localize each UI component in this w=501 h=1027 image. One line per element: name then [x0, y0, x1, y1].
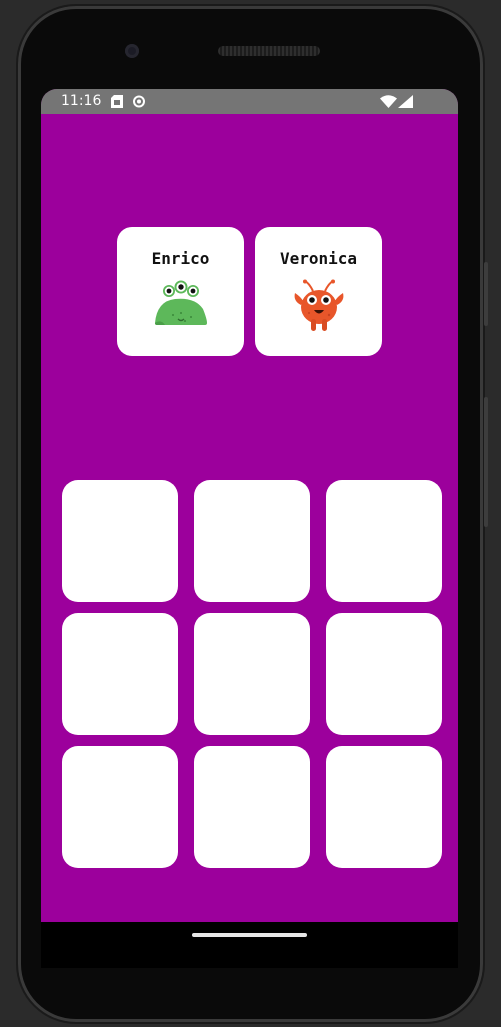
wifi-icon — [380, 95, 397, 108]
game-board — [62, 480, 442, 869]
board-cell-2-1[interactable] — [62, 613, 178, 735]
green-three-eyed-monster-icon — [155, 280, 207, 325]
cell-signal-icon — [398, 95, 413, 108]
front-camera — [125, 44, 139, 58]
board-cell-1-3[interactable] — [326, 480, 442, 602]
app-screen: 11:16 Enrico Veronica — [41, 89, 458, 922]
home-gesture-bar[interactable] — [192, 933, 307, 937]
player-name: Veronica — [279, 249, 358, 268]
board-cell-1-1[interactable] — [62, 480, 178, 602]
board-cell-2-2[interactable] — [194, 613, 310, 735]
volume-button[interactable] — [484, 397, 488, 527]
board-cell-3-1[interactable] — [62, 746, 178, 868]
player-name: Enrico — [151, 249, 210, 268]
board-cell-1-2[interactable] — [194, 480, 310, 602]
board-cell-2-3[interactable] — [326, 613, 442, 735]
sim-card-icon — [111, 95, 123, 108]
status-bar: 11:16 — [41, 89, 458, 114]
board-cell-3-2[interactable] — [194, 746, 310, 868]
orange-antenna-monster-icon — [294, 279, 344, 331]
player-card-enrico: Enrico — [117, 227, 244, 356]
power-button[interactable] — [484, 262, 488, 326]
navigation-bar — [41, 922, 458, 968]
sync-icon — [133, 95, 145, 108]
board-cell-3-3[interactable] — [326, 746, 442, 868]
player-card-veronica: Veronica — [255, 227, 382, 356]
status-time: 11:16 — [61, 93, 102, 109]
earpiece-speaker — [218, 46, 320, 56]
